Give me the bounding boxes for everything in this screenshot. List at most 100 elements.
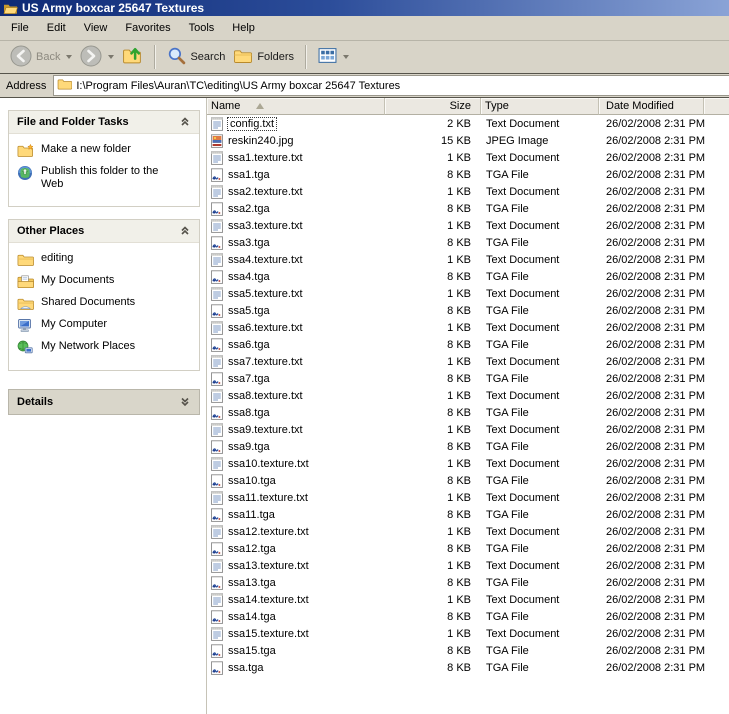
place-my-documents[interactable]: My Documents (17, 274, 193, 289)
file-type: TGA File (481, 237, 599, 249)
place-editing[interactable]: editing (17, 252, 193, 267)
table-row[interactable]: ssa15.texture.txt 1 KB Text Document 26/… (207, 625, 729, 642)
table-row[interactable]: ssa6.texture.txt 1 KB Text Document 26/0… (207, 319, 729, 336)
file-name[interactable]: ssa12.texture.txt (228, 526, 309, 538)
file-name[interactable]: ssa4.texture.txt (228, 254, 303, 266)
table-row[interactable]: ssa10.tga 8 KB TGA File 26/02/2008 2:31 … (207, 472, 729, 489)
file-name[interactable]: ssa13.tga (228, 577, 276, 589)
menu-favorites[interactable]: Favorites (116, 19, 179, 37)
file-name[interactable]: ssa11.tga (228, 509, 275, 521)
task-publish-to-web[interactable]: Publish this folder to the Web (17, 165, 193, 191)
file-name[interactable]: ssa10.tga (228, 475, 276, 487)
table-row[interactable]: ssa8.tga 8 KB TGA File 26/02/2008 2:31 P… (207, 404, 729, 421)
table-row[interactable]: ssa11.tga 8 KB TGA File 26/02/2008 2:31 … (207, 506, 729, 523)
table-row[interactable]: ssa10.texture.txt 1 KB Text Document 26/… (207, 455, 729, 472)
table-row[interactable]: ssa15.tga 8 KB TGA File 26/02/2008 2:31 … (207, 642, 729, 659)
table-row[interactable]: ssa12.tga 8 KB TGA File 26/02/2008 2:31 … (207, 540, 729, 557)
file-name[interactable]: ssa1.texture.txt (228, 152, 303, 164)
file-name[interactable]: ssa.tga (228, 662, 263, 674)
file-name[interactable]: ssa5.texture.txt (228, 288, 303, 300)
file-name[interactable]: ssa15.texture.txt (228, 628, 309, 640)
menu-file[interactable]: File (2, 19, 38, 37)
table-row[interactable]: ssa9.texture.txt 1 KB Text Document 26/0… (207, 421, 729, 438)
table-row[interactable]: ssa11.texture.txt 1 KB Text Document 26/… (207, 489, 729, 506)
table-row[interactable]: ssa13.tga 8 KB TGA File 26/02/2008 2:31 … (207, 574, 729, 591)
file-date: 26/02/2008 2:31 PM (599, 407, 719, 419)
menu-tools[interactable]: Tools (180, 19, 224, 37)
file-name[interactable]: ssa9.tga (228, 441, 270, 453)
table-row[interactable]: ssa7.tga 8 KB TGA File 26/02/2008 2:31 P… (207, 370, 729, 387)
places-panel-header[interactable]: Other Places (9, 220, 199, 243)
up-button[interactable] (118, 43, 147, 71)
back-button[interactable]: Back (6, 43, 76, 72)
folders-button[interactable]: Folders (229, 45, 298, 70)
table-row[interactable]: ssa5.tga 8 KB TGA File 26/02/2008 2:31 P… (207, 302, 729, 319)
file-name[interactable]: ssa12.tga (228, 543, 276, 555)
file-name[interactable]: ssa14.tga (228, 611, 276, 623)
place-my-computer[interactable]: My Computer (17, 318, 193, 333)
file-name[interactable]: ssa7.texture.txt (228, 356, 303, 368)
details-panel-header[interactable]: Details (8, 389, 200, 415)
column-header-name[interactable]: Name (207, 98, 385, 115)
table-row[interactable]: ssa.tga 8 KB TGA File 26/02/2008 2:31 PM (207, 659, 729, 676)
column-header-size[interactable]: Size (385, 98, 481, 115)
table-row[interactable]: ssa2.tga 8 KB TGA File 26/02/2008 2:31 P… (207, 200, 729, 217)
menu-view[interactable]: View (75, 19, 117, 37)
column-header-date-modified[interactable]: Date Modified (599, 98, 704, 115)
views-button[interactable] (314, 45, 353, 69)
file-name[interactable]: ssa11.texture.txt (228, 492, 308, 504)
table-row[interactable]: config.txt 2 KB Text Document 26/02/2008… (207, 115, 729, 132)
file-name[interactable]: ssa3.tga (228, 237, 270, 249)
address-field[interactable]: I:\Program Files\Auran\TC\editing\US Arm… (53, 75, 729, 96)
file-name[interactable]: ssa13.texture.txt (228, 560, 309, 572)
file-name[interactable]: ssa3.texture.txt (228, 220, 303, 232)
table-row[interactable]: ssa9.tga 8 KB TGA File 26/02/2008 2:31 P… (207, 438, 729, 455)
search-button[interactable]: Search (163, 44, 229, 70)
file-name[interactable]: ssa6.texture.txt (228, 322, 303, 334)
file-type: TGA File (481, 305, 599, 317)
task-make-new-folder[interactable]: Make a new folder (17, 143, 193, 158)
file-type: Text Document (481, 220, 599, 232)
file-name[interactable]: ssa8.texture.txt (228, 390, 303, 402)
menu-edit[interactable]: Edit (38, 19, 75, 37)
file-type: Text Document (481, 560, 599, 572)
table-row[interactable]: ssa1.texture.txt 1 KB Text Document 26/0… (207, 149, 729, 166)
forward-button[interactable] (76, 43, 118, 72)
table-row[interactable]: ssa3.tga 8 KB TGA File 26/02/2008 2:31 P… (207, 234, 729, 251)
file-size: 1 KB (385, 322, 481, 334)
table-row[interactable]: ssa7.texture.txt 1 KB Text Document 26/0… (207, 353, 729, 370)
table-row[interactable]: ssa14.tga 8 KB TGA File 26/02/2008 2:31 … (207, 608, 729, 625)
table-row[interactable]: ssa1.tga 8 KB TGA File 26/02/2008 2:31 P… (207, 166, 729, 183)
table-row[interactable]: ssa8.texture.txt 1 KB Text Document 26/0… (207, 387, 729, 404)
place-shared-documents[interactable]: Shared Documents (17, 296, 193, 311)
file-name[interactable]: ssa2.texture.txt (228, 186, 303, 198)
menu-help[interactable]: Help (223, 19, 264, 37)
table-row[interactable]: ssa13.texture.txt 1 KB Text Document 26/… (207, 557, 729, 574)
file-name[interactable]: ssa2.tga (228, 203, 270, 215)
file-name[interactable]: ssa5.tga (228, 305, 270, 317)
file-name[interactable]: ssa7.tga (228, 373, 270, 385)
table-row[interactable]: ssa4.texture.txt 1 KB Text Document 26/0… (207, 251, 729, 268)
file-name[interactable]: ssa6.tga (228, 339, 270, 351)
file-name[interactable]: ssa9.texture.txt (228, 424, 303, 436)
file-name[interactable]: reskin240.jpg (228, 135, 293, 147)
file-name[interactable]: config.txt (228, 118, 276, 130)
place-my-network-places[interactable]: My Network Places (17, 340, 193, 355)
column-header-type[interactable]: Type (481, 98, 599, 115)
table-row[interactable]: ssa12.texture.txt 1 KB Text Document 26/… (207, 523, 729, 540)
table-row[interactable]: ssa6.tga 8 KB TGA File 26/02/2008 2:31 P… (207, 336, 729, 353)
file-name[interactable]: ssa10.texture.txt (228, 458, 309, 470)
file-name[interactable]: ssa4.tga (228, 271, 270, 283)
file-name[interactable]: ssa14.texture.txt (228, 594, 309, 606)
file-name[interactable]: ssa15.tga (228, 645, 276, 657)
table-row[interactable]: ssa2.texture.txt 1 KB Text Document 26/0… (207, 183, 729, 200)
file-type: Text Document (481, 118, 599, 130)
file-name[interactable]: ssa1.tga (228, 169, 270, 181)
table-row[interactable]: ssa5.texture.txt 1 KB Text Document 26/0… (207, 285, 729, 302)
table-row[interactable]: ssa14.texture.txt 1 KB Text Document 26/… (207, 591, 729, 608)
tasks-panel-header[interactable]: File and Folder Tasks (9, 111, 199, 134)
table-row[interactable]: ssa4.tga 8 KB TGA File 26/02/2008 2:31 P… (207, 268, 729, 285)
table-row[interactable]: reskin240.jpg 15 KB JPEG Image 26/02/200… (207, 132, 729, 149)
table-row[interactable]: ssa3.texture.txt 1 KB Text Document 26/0… (207, 217, 729, 234)
file-name[interactable]: ssa8.tga (228, 407, 270, 419)
